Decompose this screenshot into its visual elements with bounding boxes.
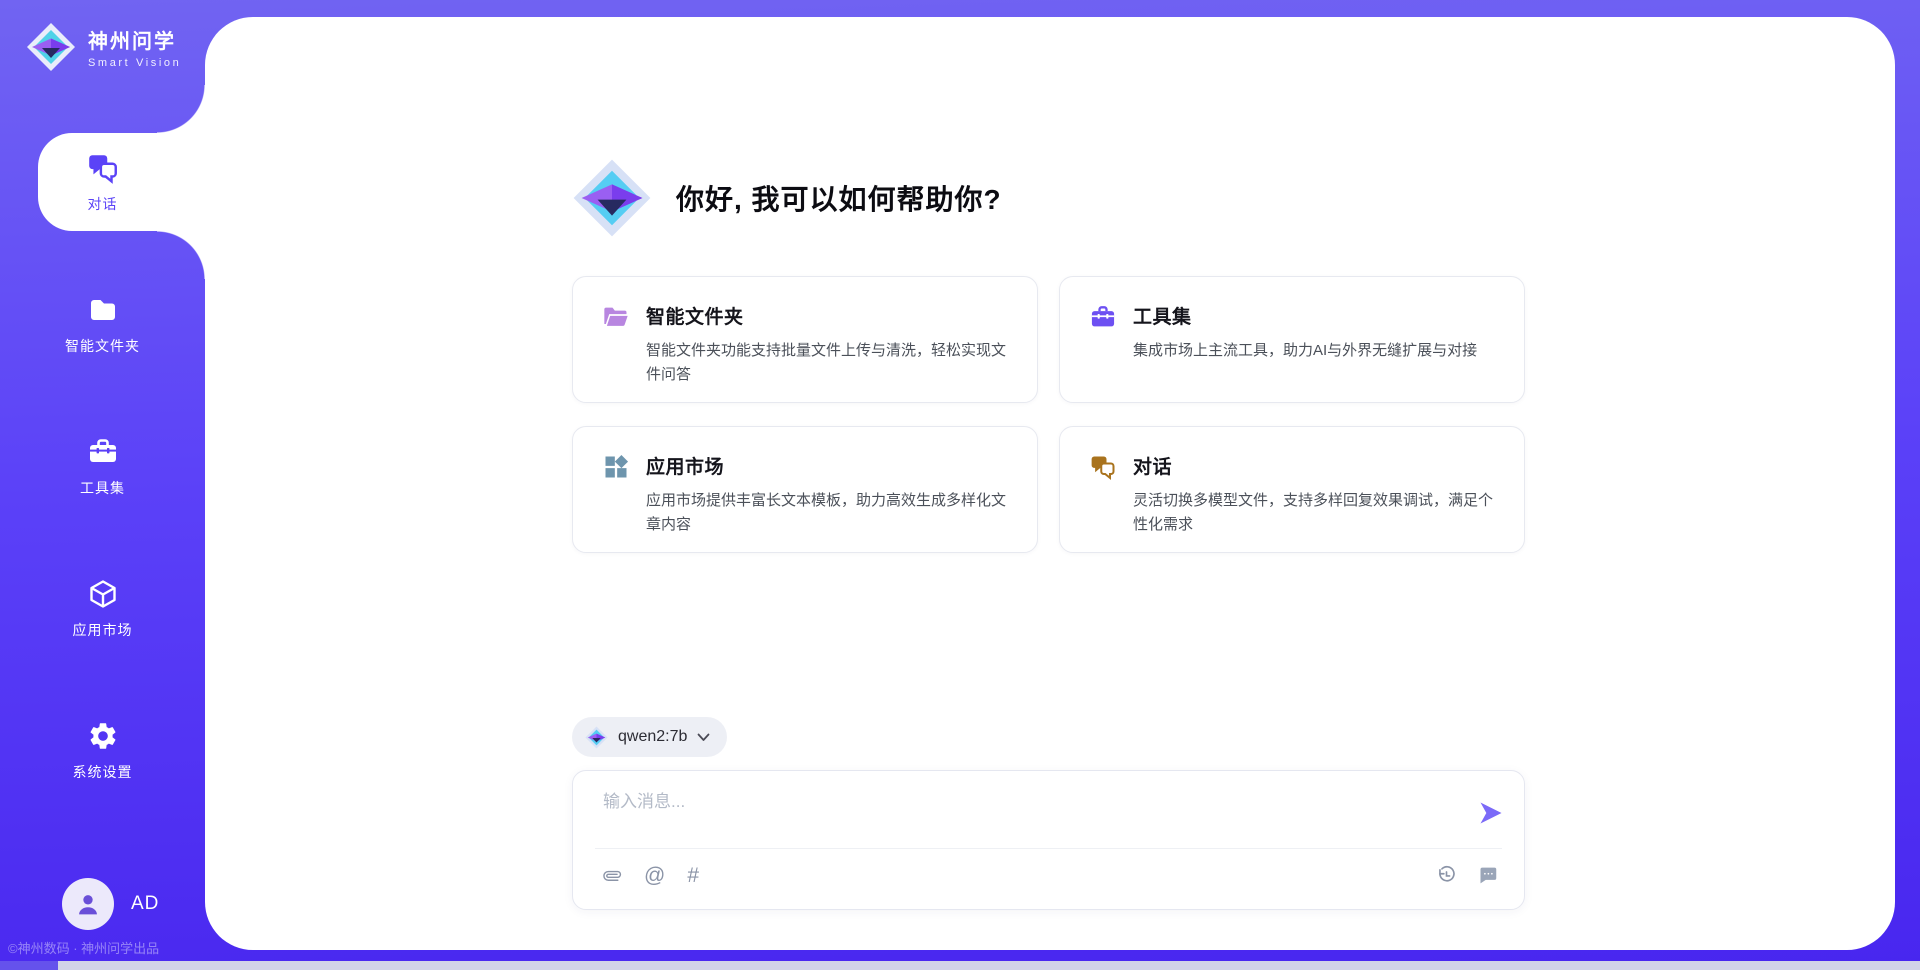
sidebar-item-smart-folder[interactable]: 智能文件夹 (0, 275, 205, 373)
comment-icon (1477, 865, 1498, 886)
gem-logo-icon (572, 158, 652, 238)
message-input[interactable] (603, 787, 1453, 841)
sidebar-item-label: 工具集 (80, 478, 125, 498)
feature-cards: 智能文件夹 智能文件夹功能支持批量文件上传与清洗，轻松实现文件问答 工具集 (572, 276, 1525, 553)
sidebar: 神州问学 Smart Vision 对话 智能文件夹 (0, 0, 205, 970)
card-title: 对话 (1133, 452, 1498, 479)
model-name: qwen2:7b (618, 728, 687, 746)
hash-icon: # (687, 865, 699, 886)
folder-icon (87, 293, 119, 327)
gem-logo-icon (585, 726, 608, 749)
sidebar-item-label: 智能文件夹 (65, 336, 140, 356)
brand-name: 神州问学 (88, 25, 181, 54)
card-title: 应用市场 (646, 452, 1011, 479)
send-icon (1477, 799, 1505, 827)
tab-curve-bottom (157, 231, 205, 279)
history-icon (1436, 865, 1457, 886)
at-icon: @ (644, 865, 665, 886)
widgets-grid-icon (602, 453, 630, 481)
brand-subtitle: Smart Vision (88, 57, 181, 69)
person-icon (73, 889, 103, 919)
card-description: 智能文件夹功能支持批量文件上传与清洗，轻松实现文件问答 (646, 339, 1011, 388)
card-smart-folder[interactable]: 智能文件夹 智能文件夹功能支持批量文件上传与清洗，轻松实现文件问答 (572, 276, 1038, 403)
tab-curve-top (157, 85, 205, 133)
model-selector[interactable]: qwen2:7b (572, 717, 727, 757)
folder-open-icon (602, 303, 630, 331)
toolbox-icon (87, 435, 119, 469)
mention-button[interactable]: @ (644, 865, 665, 886)
content-column: 你好, 我可以如何帮助你? 智能文件夹 智能文件夹功能支持批量文件上传与清洗，轻… (572, 17, 1525, 950)
sidebar-item-label: 系统设置 (73, 762, 133, 782)
copyright-footer: ©神州数码 · 神州问学出品 (8, 938, 159, 957)
sidebar-item-label: 对话 (88, 194, 118, 214)
sidebar-item-app-market[interactable]: 应用市场 (0, 559, 205, 657)
chat-bubbles-icon (1089, 453, 1117, 481)
main-panel: 你好, 我可以如何帮助你? 智能文件夹 智能文件夹功能支持批量文件上传与清洗，轻… (205, 17, 1895, 950)
gear-icon (87, 719, 119, 753)
send-button[interactable] (1476, 799, 1506, 829)
input-toolbar: @ # (603, 865, 1498, 886)
scrollbar-thumb[interactable] (0, 961, 58, 970)
card-title: 智能文件夹 (646, 302, 1011, 329)
card-description: 灵活切换多模型文件，支持多样回复效果调试，满足个性化需求 (1133, 489, 1498, 538)
active-tab-background (38, 133, 217, 231)
sidebar-item-chat[interactable]: 对话 (0, 133, 205, 231)
horizontal-scrollbar[interactable] (0, 961, 1920, 970)
sidebar-item-label: 应用市场 (73, 620, 133, 640)
brand-logo: 神州问学 Smart Vision (26, 22, 181, 72)
briefcase-icon (1089, 303, 1117, 331)
greeting: 你好, 我可以如何帮助你? (572, 158, 1002, 238)
sidebar-item-toolset[interactable]: 工具集 (0, 417, 205, 515)
history-button[interactable] (1436, 865, 1457, 886)
comment-button[interactable] (1477, 865, 1498, 886)
sidebar-item-settings[interactable]: 系统设置 (0, 701, 205, 799)
card-title: 工具集 (1133, 302, 1477, 329)
gem-logo-icon (26, 22, 76, 72)
greeting-text: 你好, 我可以如何帮助你? (676, 178, 1002, 218)
cube-icon (87, 577, 119, 611)
chat-bubbles-icon (86, 151, 120, 185)
input-divider (595, 848, 1502, 849)
chat-input-box: @ # (572, 770, 1525, 910)
card-description: 应用市场提供丰富长文本模板，助力高效生成多样化文章内容 (646, 489, 1011, 538)
hashtag-button[interactable]: # (687, 865, 699, 886)
sidebar-nav: 对话 智能文件夹 工具集 (0, 133, 205, 799)
card-app-market[interactable]: 应用市场 应用市场提供丰富长文本模板，助力高效生成多样化文章内容 (572, 426, 1038, 553)
card-description: 集成市场上主流工具，助力AI与外界无缝扩展与对接 (1133, 339, 1477, 363)
paperclip-icon (599, 862, 626, 889)
chevron-down-icon (697, 733, 710, 742)
card-toolset[interactable]: 工具集 集成市场上主流工具，助力AI与外界无缝扩展与对接 (1059, 276, 1525, 403)
user-name: AD (131, 893, 159, 915)
attachment-button[interactable] (603, 866, 622, 885)
card-chat[interactable]: 对话 灵活切换多模型文件，支持多样回复效果调试，满足个性化需求 (1059, 426, 1525, 553)
avatar[interactable] (62, 878, 114, 930)
user-profile[interactable]: AD (62, 878, 159, 930)
